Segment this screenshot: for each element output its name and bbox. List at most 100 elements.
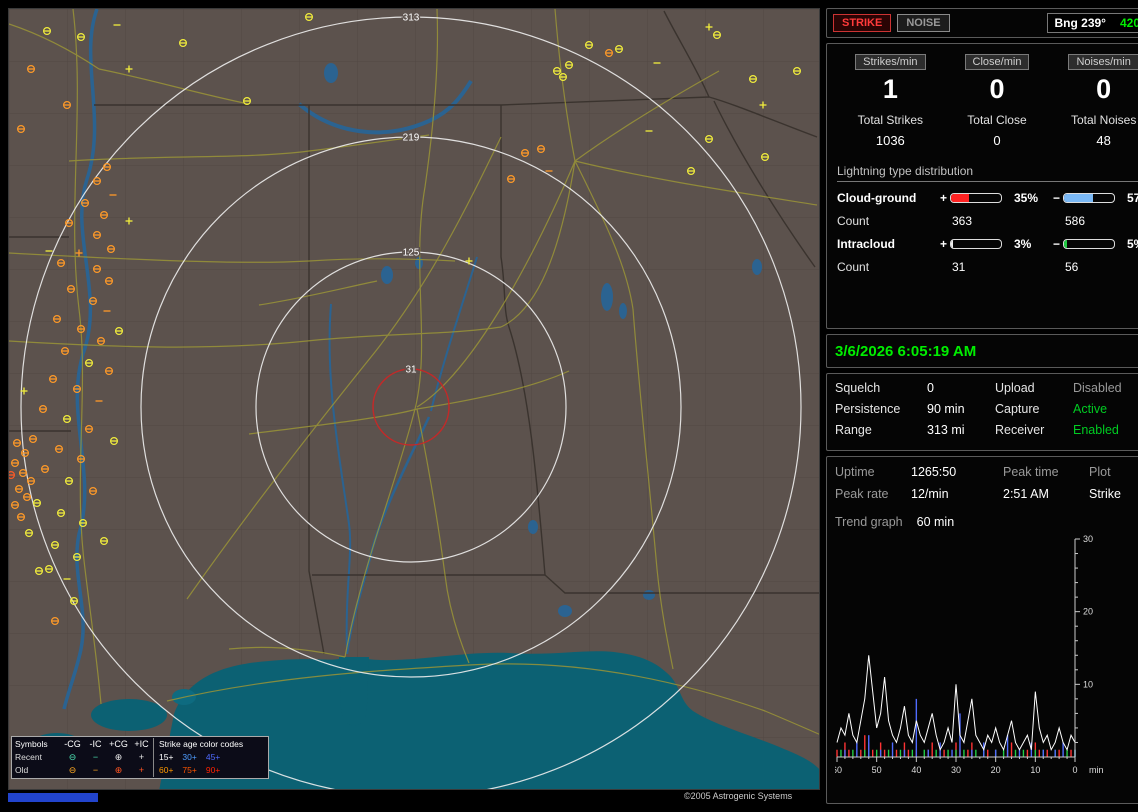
close-per-min-value: 0 [989,74,1005,104]
close-per-min-chip: Close/min [964,54,1030,70]
legend-age-chip: 30+ [182,752,197,762]
legend-col-header: +IC [134,739,149,749]
bearing-label: Bng 239° [1054,16,1106,30]
distribution-grid: Cloud-ground + 35% − 57% Count 363 586 I… [837,191,1138,274]
uptime-label: Uptime [835,465,875,479]
ring-label-313: 313 [403,13,420,24]
peak-rate-value: 12/min [911,487,949,501]
total-noises-value: 48 [1096,133,1111,148]
cg-positive-bar [950,193,1002,203]
cg-negative-count: 586 [1065,214,1086,228]
map-statusbar: ©2005 Astrogenic Systems [8,790,820,804]
noise-button[interactable]: NOISE [897,14,950,32]
toolbar-section: STRIKE NOISE Bng 239° 420mi [826,8,1138,38]
squelch-label: Squelch [835,381,881,395]
range-value: 313 mi [927,423,965,437]
stats-section: Strikes/min 1 Close/min 0 Noises/min 0 T… [826,43,1138,329]
persistence-label: Persistence [835,402,901,416]
ring-label-219: 219 [403,133,420,144]
legend-symbol: + [138,752,145,762]
x-tick-label: 60 [835,765,842,775]
trend-graph-label: Trend graph [835,515,903,529]
cg-positive-count: 363 [952,214,973,228]
control-panel: STRIKE NOISE Bng 239° 420mi Strikes/min … [826,8,1138,804]
peak-time-value: 2:51 AM [1003,487,1049,501]
y-tick-label: 10 [1083,679,1093,689]
ic-count-label: Count [837,260,870,274]
plus-sign: + [939,191,947,205]
cg-negative-pct: 57% [1127,191,1138,205]
legend-col-header: -IC [89,739,102,749]
map-column: 313 219 125 31 Symbols -CG -IC +CG +IC Strike ag… [8,8,820,804]
ic-positive-pct: 3% [1014,237,1032,251]
legend-symbol: + [138,765,145,775]
minus-sign: − [1052,237,1060,251]
legend-age-chip: 75+ [182,765,197,775]
y-tick-label: 20 [1083,607,1093,617]
status-section: Uptime 1265:50 Peak time Plot Peak rate … [826,456,1138,804]
bottom-blue-strip [8,793,98,802]
distribution-title: Lightning type distribution [837,164,1138,182]
x-tick-label: 20 [991,765,1001,775]
rate-row: Strikes/min 1 Close/min 0 Noises/min 0 [837,52,1138,105]
strike-button[interactable]: STRIKE [833,14,892,32]
ic-positive-bar [950,239,1002,249]
capture-label: Capture [995,402,1040,416]
persistence-value: 90 min [927,402,965,416]
cg-positive-pct: 35% [1014,191,1039,205]
cg-negative-bar [1063,193,1115,203]
total-close-value: 0 [993,133,1001,148]
cloud-ground-label: Cloud-ground [837,191,917,205]
intracloud-label: Intracloud [837,237,896,251]
ic-negative-bar [1063,239,1115,249]
legend-age-chip: 90+ [205,765,221,775]
receiver-label: Receiver [995,423,1045,437]
plot-label: Plot [1089,465,1111,479]
ring-label-125: 125 [403,248,420,259]
noises-per-min-value: 0 [1096,74,1112,104]
x-tick-label: 30 [951,765,961,775]
ic-negative-pct: 5% [1127,237,1138,251]
x-tick-label: 0 [1072,765,1077,775]
receiver-status: Enabled [1073,423,1119,437]
x-axis-unit: min [1089,765,1104,775]
clock-display: 3/6/2026 6:05:19 AM [826,334,1138,368]
trend-graph-window: 60 min [916,515,955,529]
totals-row: Total Strikes 1036 Total Close 0 Total N… [837,113,1138,148]
ring-label-31: 31 [405,365,417,376]
cg-count-label: Count [837,214,870,228]
range-label: Range [835,423,872,437]
legend-col-header: +CG [109,739,128,749]
legend-col-header: -CG [64,739,81,749]
legend-symbol: − [92,752,99,762]
legend-age-chip: 15+ [159,752,174,762]
uptime-value: 1265:50 [911,465,957,479]
legend-age-values: 15+ 30+ 45+ [153,751,265,764]
lightning-map[interactable]: 313 219 125 31 Symbols -CG -IC +CG +IC Strike ag… [8,8,820,790]
map-canvas: 313 219 125 31 [9,9,819,789]
noises-per-min-chip: Noises/min [1068,54,1138,70]
legend-symbol: ⊕ [114,752,123,762]
y-tick-label: 30 [1083,535,1093,544]
legend-symbol: − [92,765,99,775]
squelch-value: 0 [927,381,934,395]
copyright-text: ©2005 Astrogenic Systems [684,791,793,801]
settings-section: Squelch 0 Upload Disabled Persistence 90… [826,373,1138,451]
peak-time-label: Peak time [1003,465,1059,479]
x-tick-label: 10 [1030,765,1040,775]
ic-positive-count: 31 [952,260,966,274]
total-strikes-value: 1036 [875,133,905,148]
plot-value: Strike [1089,487,1121,501]
x-tick-label: 50 [872,765,882,775]
legend-age-chip: 45+ [205,752,221,762]
bearing-box: Bng 239° 420mi [1047,13,1138,33]
minus-sign: − [1052,191,1060,205]
legend-row-label: Old [15,765,29,775]
capture-status: Active [1073,402,1108,416]
nexstorm-window: 313 219 125 31 Symbols -CG -IC +CG +IC Strike ag… [0,0,1138,812]
bearing-range: 420mi [1119,16,1138,30]
strikes-per-min-chip: Strikes/min [855,54,926,70]
legend-row-label: Recent [15,752,42,762]
legend-age-header: Strike age color codes [153,738,265,751]
plus-sign: + [939,237,947,251]
